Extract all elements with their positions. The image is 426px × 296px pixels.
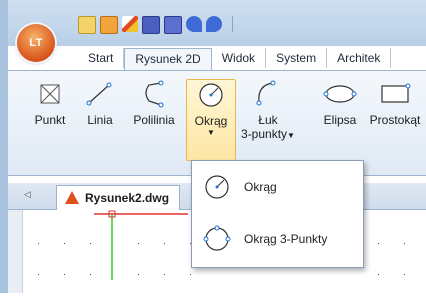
menu-item-label: Okrąg bbox=[244, 180, 277, 194]
drawing-file-icon bbox=[65, 191, 79, 204]
draw-icon[interactable] bbox=[122, 16, 138, 32]
punkt-label: Punkt bbox=[34, 113, 66, 127]
linia-button[interactable]: Linia bbox=[78, 79, 122, 127]
scroll-left-icon[interactable]: ◁ bbox=[24, 189, 31, 200]
polilinia-label: Polilinia bbox=[133, 113, 175, 127]
tab-architektura[interactable]: Architek bbox=[327, 48, 392, 68]
application-menu-button[interactable]: LT bbox=[17, 24, 55, 62]
ellipse-icon bbox=[323, 79, 357, 109]
menu-item-okrag[interactable]: Okrąg bbox=[192, 167, 363, 207]
luk-label-line1: Łuk bbox=[258, 113, 278, 127]
okrag-button[interactable]: Okrąg ▼ bbox=[186, 79, 236, 161]
point-icon bbox=[33, 79, 67, 109]
save-icon[interactable] bbox=[142, 16, 160, 34]
undo-icon[interactable] bbox=[186, 16, 202, 32]
menu-item-okrag-3-punkty[interactable]: Okrąg 3-Punkty bbox=[192, 219, 363, 259]
tab-system[interactable]: System bbox=[266, 48, 328, 68]
circle-icon bbox=[202, 172, 232, 202]
circle-icon bbox=[194, 80, 228, 110]
ribbon-tabs: Start Rysunek 2D Widok System Architek bbox=[78, 48, 392, 71]
redo-icon[interactable] bbox=[206, 16, 222, 32]
tab-widok[interactable]: Widok bbox=[212, 48, 267, 68]
punkt-button[interactable]: Punkt bbox=[30, 79, 70, 127]
tab-rysunek-2d[interactable]: Rysunek 2D bbox=[124, 48, 212, 71]
toolbar-separator bbox=[232, 16, 233, 32]
tab-start[interactable]: Start bbox=[78, 48, 125, 68]
prostokat-button[interactable]: Prostokąt bbox=[364, 79, 426, 127]
chevron-down-icon: ▼ bbox=[207, 128, 215, 137]
polyline-icon bbox=[137, 79, 171, 109]
chevron-down-icon: ▼ bbox=[287, 131, 295, 140]
luk-label-row: 3-punkty▼ bbox=[240, 127, 296, 141]
rectangle-icon bbox=[378, 79, 412, 109]
okrag-dropdown-menu: Okrąg Okrąg 3-Punkty bbox=[191, 160, 364, 268]
app-logo: LT bbox=[29, 37, 43, 49]
new-icon[interactable] bbox=[78, 16, 96, 34]
menu-item-label: Okrąg 3-Punkty bbox=[244, 232, 328, 246]
file-tab-rysunek2[interactable]: Rysunek2.dwg bbox=[56, 185, 181, 210]
line-icon bbox=[83, 79, 117, 109]
elipsa-label: Elipsa bbox=[323, 113, 357, 127]
window-frame bbox=[0, 0, 8, 293]
vertical-scrollbar[interactable] bbox=[8, 210, 23, 293]
file-tab-label: Rysunek2.dwg bbox=[85, 191, 170, 205]
okrag-label: Okrąg bbox=[194, 114, 228, 128]
quick-access-toolbar bbox=[78, 16, 233, 34]
arc-icon bbox=[251, 79, 285, 109]
luk-label-line2: 3-punkty bbox=[241, 127, 288, 141]
circle-3-point-icon bbox=[202, 224, 232, 254]
linia-label: Linia bbox=[87, 113, 113, 127]
luk-3-punkty-button[interactable]: Łuk 3-punkty▼ bbox=[240, 79, 296, 141]
prostokat-label: Prostokąt bbox=[369, 113, 421, 127]
elipsa-button[interactable]: Elipsa bbox=[316, 79, 364, 127]
polilinia-button[interactable]: Polilinia bbox=[128, 79, 180, 127]
open-icon[interactable] bbox=[100, 16, 118, 34]
save-as-icon[interactable] bbox=[164, 16, 182, 34]
